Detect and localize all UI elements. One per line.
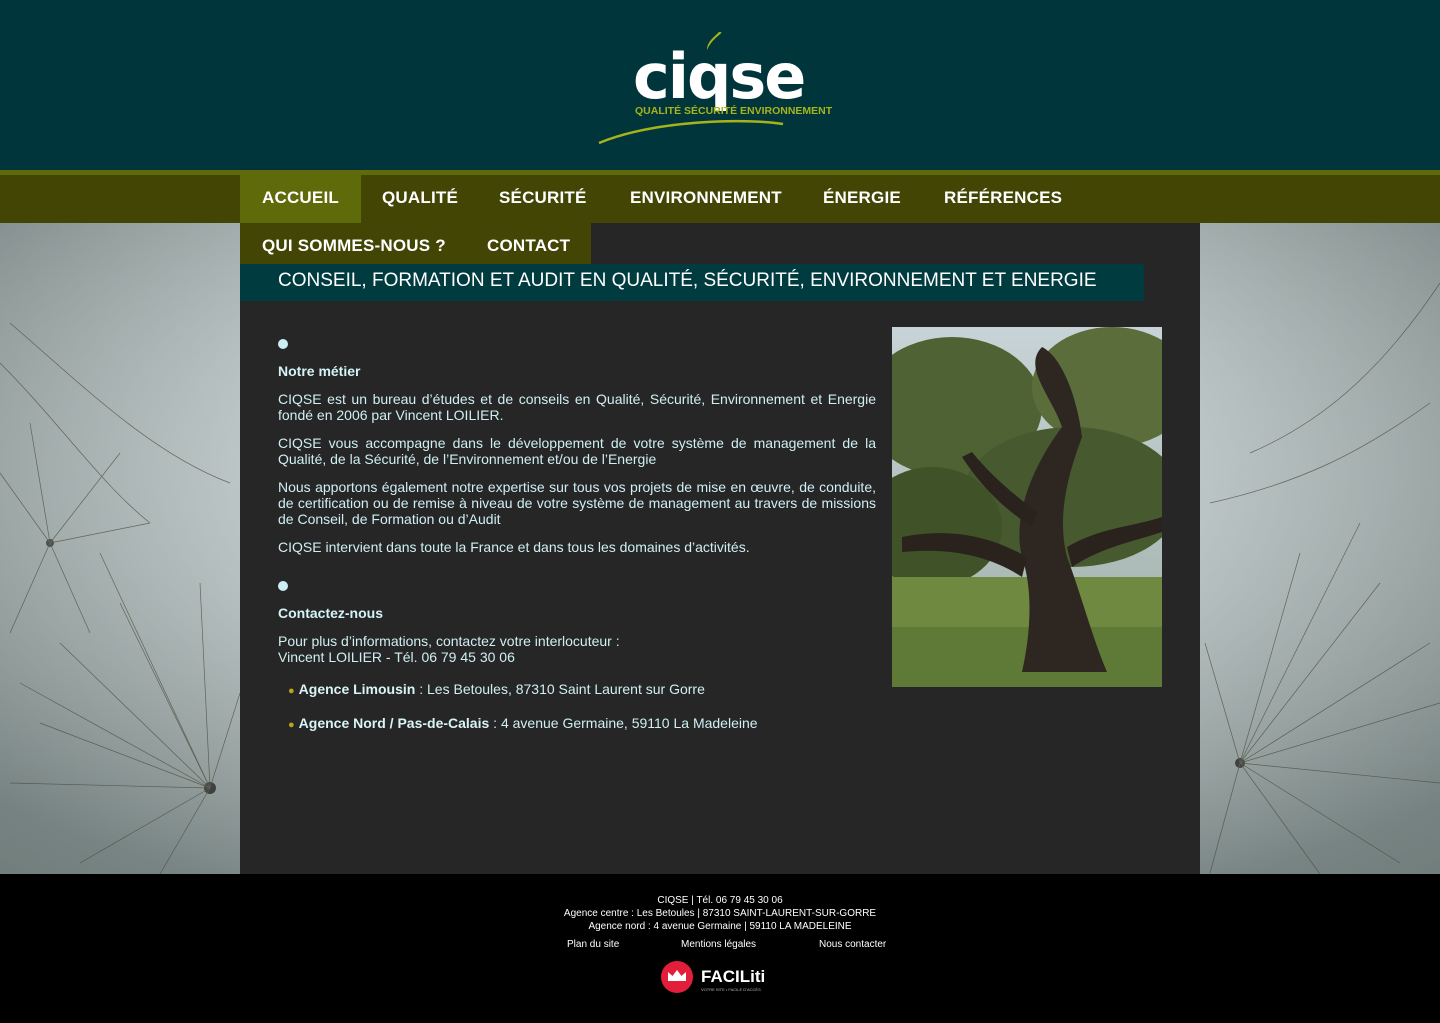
agency-address: : 4 avenue Germaine, 59110 La Madeleine bbox=[489, 715, 758, 731]
faciliti-badge[interactable]: FACILiti VOTRE SITE • FACILE D'ACCÈS bbox=[660, 960, 770, 994]
bullet-icon: ● bbox=[288, 719, 295, 731]
footer-line-3: Agence nord : 4 avenue Germaine | 59110 … bbox=[588, 921, 852, 932]
page-title: CONSEIL, FORMATION ET AUDIT EN QUALITÉ, … bbox=[278, 270, 1097, 291]
nav-item-energie[interactable]: ÉNERGIE bbox=[801, 175, 923, 223]
metier-paragraph-2: CIQSE vous accompagne dans le développem… bbox=[278, 435, 876, 467]
agency-address: : Les Betoules, 87310 Saint Laurent sur … bbox=[415, 681, 705, 697]
tree-photo bbox=[892, 327, 1162, 687]
faciliti-name: FACILiti bbox=[701, 967, 765, 986]
nav-item-qualite[interactable]: QUALITÉ bbox=[360, 175, 480, 223]
footer-link-mentions-legales[interactable]: Mentions légales bbox=[681, 939, 756, 950]
metier-paragraph-4: CIQSE intervient dans toute la France et… bbox=[278, 539, 750, 555]
logo-text: ciqse bbox=[633, 40, 804, 113]
bullet-icon bbox=[278, 339, 288, 349]
bullet-icon bbox=[278, 581, 288, 591]
metier-paragraph-1: CIQSE est un bureau d’études et de conse… bbox=[278, 391, 876, 423]
footer-line-2: Agence centre : Les Betoules | 87310 SAI… bbox=[563, 908, 877, 919]
nav-item-references[interactable]: RÉFÉRENCES bbox=[922, 175, 1084, 223]
agency-nord: ● Agence Nord / Pas-de-Calais : 4 avenue … bbox=[288, 715, 758, 731]
nav-item-accueil[interactable]: ACCUEIL bbox=[240, 175, 361, 223]
section-heading-metier: Notre métier bbox=[278, 363, 361, 379]
bullet-icon: ● bbox=[288, 685, 295, 697]
metier-paragraph-3: Nous apportons également notre expertise… bbox=[278, 479, 876, 527]
contact-intro-line2: Vincent LOILIER - Tél. 06 79 45 30 06 bbox=[278, 649, 515, 665]
nav-item-environnement[interactable]: ENVIRONNEMENT bbox=[608, 175, 804, 223]
ciqse-logo[interactable]: ciqse QUALITÉ SÉCURITÉ ENVIRONNEMENT bbox=[595, 28, 855, 148]
nav-item-securite[interactable]: SÉCURITÉ bbox=[477, 175, 609, 223]
footer-line-1: CIQSE | Tél. 06 79 45 30 06 bbox=[657, 895, 783, 906]
agency-name: Agence Limousin bbox=[298, 681, 416, 697]
footer-link-nous-contacter[interactable]: Nous contacter bbox=[819, 939, 886, 950]
faciliti-tagline: VOTRE SITE • FACILE D'ACCÈS bbox=[701, 987, 761, 992]
contact-intro-line1: Pour plus d’informations, contactez votr… bbox=[278, 633, 620, 649]
section-heading-contact: Contactez-nous bbox=[278, 605, 383, 621]
footer-link-plan-du-site[interactable]: Plan du site bbox=[567, 939, 619, 950]
main-nav: ACCUEIL QUALITÉ SÉCURITÉ ENVIRONNEMENT É… bbox=[0, 175, 1440, 223]
agency-limousin: ● Agence Limousin : Les Betoules, 87310 S… bbox=[288, 681, 705, 697]
agency-name: Agence Nord / Pas-de-Calais bbox=[298, 715, 490, 731]
logo-tagline: QUALITÉ SÉCURITÉ ENVIRONNEMENT bbox=[635, 104, 833, 117]
